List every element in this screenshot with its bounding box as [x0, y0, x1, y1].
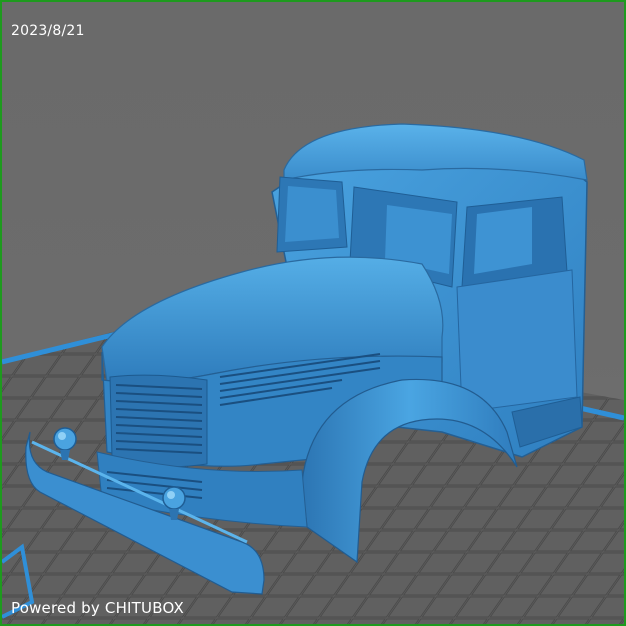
3d-viewport[interactable]: 2023/8/21 Powered by CHITUBOX [0, 0, 626, 626]
date-label: 2023/8/21 [11, 23, 85, 39]
chitubox-watermark: Powered by CHITUBOX [11, 599, 184, 617]
3d-scene[interactable] [2, 2, 624, 624]
front-grille [109, 374, 208, 468]
